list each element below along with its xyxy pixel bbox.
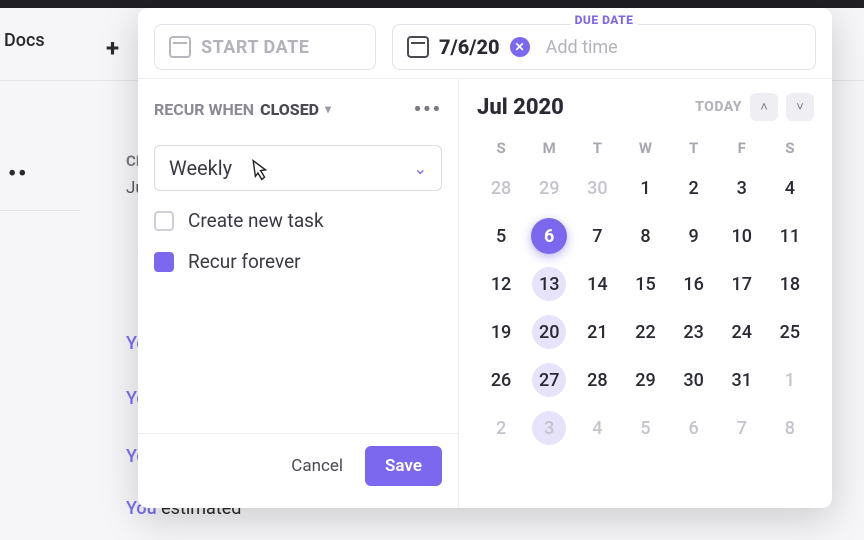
close-icon: ✕ bbox=[515, 40, 525, 54]
calendar-day[interactable]: 6 bbox=[670, 411, 718, 445]
dow-label: F bbox=[718, 139, 766, 157]
calendar-day[interactable]: 28 bbox=[573, 363, 621, 397]
recur-status: CLOSED bbox=[260, 100, 319, 119]
calendar-day[interactable]: 3 bbox=[525, 411, 573, 445]
dow-label: T bbox=[670, 139, 718, 157]
calendar-day[interactable]: 26 bbox=[477, 363, 525, 397]
recurrence-panel: RECUR WHEN CLOSED ▾ ••• Weekly ⌄ Create … bbox=[138, 79, 458, 508]
calendar-day[interactable]: 4 bbox=[766, 171, 814, 205]
chevron-down-icon: ▾ bbox=[325, 102, 331, 116]
option-label: Recur forever bbox=[188, 250, 301, 273]
due-date-label: DUE DATE bbox=[571, 13, 638, 27]
dow-label: S bbox=[477, 139, 525, 157]
calendar-day[interactable]: 15 bbox=[621, 267, 669, 301]
calendar-header: Jul 2020 TODAY ˄ ˅ bbox=[477, 93, 814, 121]
calendar-day[interactable]: 2 bbox=[477, 411, 525, 445]
add-tab-icon[interactable]: + bbox=[106, 34, 119, 62]
calendar-day[interactable]: 9 bbox=[670, 219, 718, 253]
calendar-day[interactable]: 28 bbox=[477, 171, 525, 205]
recur-prefix: RECUR WHEN bbox=[154, 100, 254, 119]
chevron-down-icon: ˅ bbox=[796, 99, 804, 115]
checkbox-checked-icon bbox=[154, 252, 174, 272]
calendar-day[interactable]: 29 bbox=[525, 171, 573, 205]
calendar-day[interactable]: 17 bbox=[718, 267, 766, 301]
calendar-day[interactable]: 22 bbox=[621, 315, 669, 349]
calendar-day[interactable]: 10 bbox=[718, 219, 766, 253]
frequency-select[interactable]: Weekly ⌄ bbox=[154, 145, 442, 191]
option-label: Create new task bbox=[188, 209, 324, 232]
calendar-day[interactable]: 24 bbox=[718, 315, 766, 349]
calendar-day[interactable]: 30 bbox=[670, 363, 718, 397]
divider bbox=[0, 210, 80, 211]
today-button[interactable]: TODAY bbox=[695, 99, 742, 115]
calendar-day[interactable]: 25 bbox=[766, 315, 814, 349]
calendar-day[interactable]: 19 bbox=[477, 315, 525, 349]
recur-more-icon[interactable]: ••• bbox=[414, 97, 442, 121]
due-date-value: 7/6/20 bbox=[439, 35, 500, 59]
calendar-day[interactable]: 8 bbox=[621, 219, 669, 253]
date-recurrence-popover: START DATE DUE DATE 7/6/20 ✕ Add time RE… bbox=[138, 8, 832, 508]
recur-forever-option[interactable]: Recur forever bbox=[154, 250, 442, 273]
chevron-up-icon: ˄ bbox=[760, 99, 768, 115]
calendar-day[interactable]: 8 bbox=[766, 411, 814, 445]
calendar-day[interactable]: 30 bbox=[573, 171, 621, 205]
more-dots-icon[interactable]: •• bbox=[8, 162, 28, 187]
calendar-day[interactable]: 23 bbox=[670, 315, 718, 349]
cursor-pointer-icon bbox=[245, 157, 271, 191]
calendar-panel: Jul 2020 TODAY ˄ ˅ SMTWTFS 2829301234567… bbox=[458, 79, 832, 508]
calendar-day[interactable]: 1 bbox=[621, 171, 669, 205]
calendar-day[interactable]: 21 bbox=[573, 315, 621, 349]
calendar-day[interactable]: 27 bbox=[525, 363, 573, 397]
checkbox-icon bbox=[154, 211, 174, 231]
frequency-value: Weekly bbox=[169, 156, 232, 180]
footer: Cancel Save bbox=[138, 433, 458, 498]
dow-label: W bbox=[621, 139, 669, 157]
calendar-day[interactable]: 5 bbox=[477, 219, 525, 253]
calendar-day[interactable]: 12 bbox=[477, 267, 525, 301]
cancel-button[interactable]: Cancel bbox=[279, 448, 355, 484]
create-new-task-option[interactable]: Create new task bbox=[154, 209, 442, 232]
calendar-icon bbox=[169, 36, 191, 58]
calendar-day[interactable]: 29 bbox=[621, 363, 669, 397]
calendar-month-label: Jul 2020 bbox=[477, 95, 564, 120]
dow-label: M bbox=[525, 139, 573, 157]
calendar-day[interactable]: 16 bbox=[670, 267, 718, 301]
clear-due-date-button[interactable]: ✕ bbox=[510, 37, 530, 57]
calendar-dow-row: SMTWTFS bbox=[477, 139, 814, 157]
calendar-day[interactable]: 7 bbox=[718, 411, 766, 445]
calendar-day[interactable]: 31 bbox=[718, 363, 766, 397]
start-date-placeholder: START DATE bbox=[201, 37, 309, 58]
due-date-field[interactable]: DUE DATE 7/6/20 ✕ Add time bbox=[392, 24, 816, 70]
start-date-field[interactable]: START DATE bbox=[154, 24, 376, 70]
calendar-day[interactable]: 7 bbox=[573, 219, 621, 253]
calendar-day[interactable]: 4 bbox=[573, 411, 621, 445]
app-topbar bbox=[0, 0, 864, 8]
calendar-grid: 2829301234567891011121314151617181920212… bbox=[477, 171, 814, 445]
calendar-day[interactable]: 3 bbox=[718, 171, 766, 205]
calendar-day[interactable]: 5 bbox=[621, 411, 669, 445]
chevron-down-icon: ⌄ bbox=[414, 159, 427, 178]
docs-tab[interactable]: Docs bbox=[4, 30, 45, 51]
dow-label: T bbox=[573, 139, 621, 157]
calendar-day[interactable]: 6 bbox=[525, 219, 573, 253]
calendar-day[interactable]: 1 bbox=[766, 363, 814, 397]
calendar-day[interactable]: 20 bbox=[525, 315, 573, 349]
dow-label: S bbox=[766, 139, 814, 157]
calendar-day[interactable]: 13 bbox=[525, 267, 573, 301]
next-month-button[interactable]: ˅ bbox=[786, 93, 814, 121]
add-time-button[interactable]: Add time bbox=[546, 37, 618, 58]
calendar-day[interactable]: 11 bbox=[766, 219, 814, 253]
date-input-row: START DATE DUE DATE 7/6/20 ✕ Add time bbox=[138, 8, 832, 78]
calendar-day[interactable]: 2 bbox=[670, 171, 718, 205]
recur-trigger-select[interactable]: RECUR WHEN CLOSED ▾ ••• bbox=[154, 97, 442, 121]
calendar-icon bbox=[407, 36, 429, 58]
save-button[interactable]: Save bbox=[365, 446, 442, 486]
prev-month-button[interactable]: ˄ bbox=[750, 93, 778, 121]
calendar-day[interactable]: 14 bbox=[573, 267, 621, 301]
calendar-day[interactable]: 18 bbox=[766, 267, 814, 301]
popover-body: RECUR WHEN CLOSED ▾ ••• Weekly ⌄ Create … bbox=[138, 78, 832, 508]
